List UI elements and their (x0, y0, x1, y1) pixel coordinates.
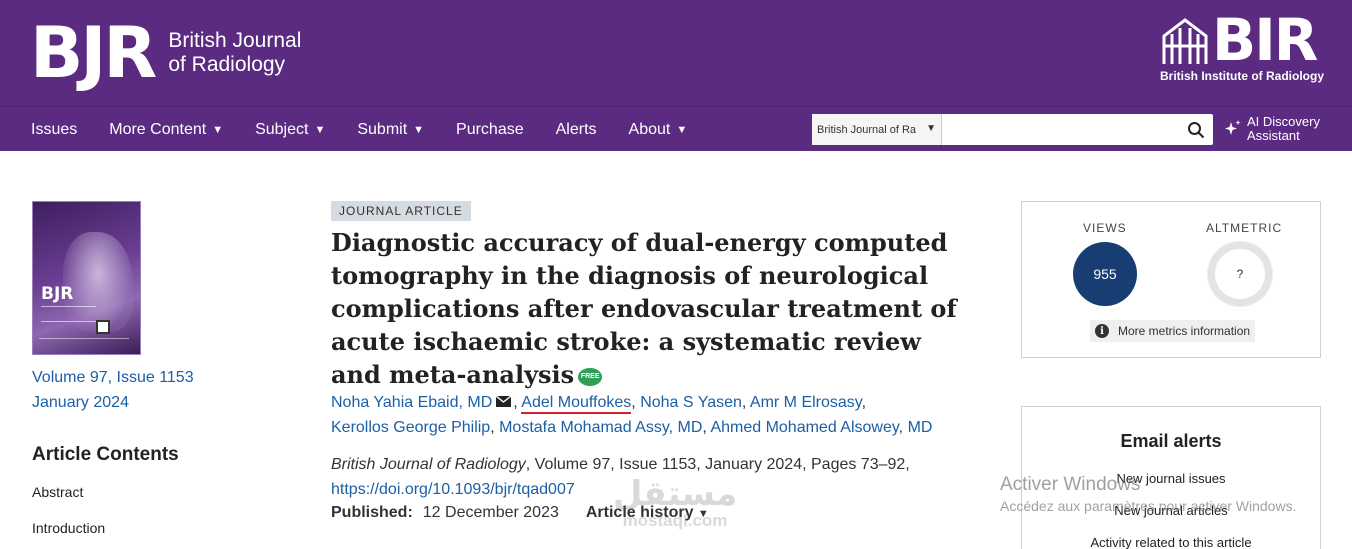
issue-date: January 2024 (32, 394, 129, 411)
nav-item-label: Purchase (456, 120, 524, 138)
citation-journal: British Journal of Radiology (331, 456, 526, 473)
site-header: BJR British Journal of Radiology BIR Bri… (0, 0, 1352, 106)
search-button[interactable] (1179, 114, 1213, 145)
nav-item-label: About (628, 120, 671, 138)
windows-activation-watermark: Activer Windows Accédez aux paramètres p… (1000, 474, 1296, 514)
bir-emblem-icon (1162, 18, 1208, 64)
caret-down-icon: ▼ (676, 123, 688, 136)
bir-logo[interactable]: BIR British Institute of Radiology (1160, 10, 1324, 84)
nav-item-label: Submit (357, 120, 408, 138)
nav-item-more-content[interactable]: More Content ▼ (109, 121, 223, 139)
author-link[interactable]: Noha Yahia Ebaid, MD (331, 394, 492, 411)
ai-discovery-label: AI Discovery Assistant (1247, 114, 1320, 143)
bir-logo-name: British Institute of Radiology (1160, 69, 1324, 83)
bjr-logo[interactable]: BJR British Journal of Radiology (30, 18, 301, 88)
toc-item-abstract[interactable]: Abstract (32, 484, 83, 500)
nav-item-label: Issues (31, 120, 78, 138)
cover-footer (39, 338, 129, 346)
metrics-panel: VIEWS ALTMETRIC 955 ? i More metrics inf… (1021, 201, 1321, 358)
bjr-logo-name-line1: British Journal (168, 29, 302, 52)
bjr-logo-mark: BJR (30, 12, 157, 94)
envelope-icon[interactable] (496, 395, 512, 407)
article-contents-title: Article Contents (32, 444, 179, 465)
search-icon (1188, 121, 1205, 138)
caret-down-icon: ▼ (212, 123, 224, 136)
nav-item-label: Alerts (555, 120, 597, 138)
more-metrics-label: More metrics information (1118, 324, 1251, 338)
article-type-badge: JOURNAL ARTICLE (331, 201, 471, 221)
issue-volume: Volume 97, Issue 1153 (32, 369, 194, 386)
info-icon: i (1095, 324, 1109, 338)
nav-item-label: Subject (255, 120, 309, 138)
bjr-logo-name: British Journal of Radiology (168, 29, 301, 77)
email-alerts-title: Email alerts (1120, 431, 1222, 451)
author-link[interactable]: Noha S Yasen (640, 394, 742, 411)
qr-code-icon (96, 320, 110, 334)
nav-item-alerts[interactable]: Alerts (556, 121, 597, 139)
published-label: Published: (331, 504, 413, 521)
views-count: 955 (1073, 242, 1137, 306)
published-date: 12 December 2023 (422, 504, 559, 521)
altmetric-donut[interactable]: ? (1208, 242, 1272, 306)
bjr-logo-name-line2: of Radiology (168, 53, 286, 76)
chevron-down-icon: ▼ (926, 123, 936, 134)
bir-logo-mark: BIR (1212, 6, 1318, 74)
search-scope-select[interactable]: British Journal of Ra ▼ (812, 114, 942, 145)
author-link[interactable]: Adel Mouffokes (521, 394, 632, 414)
ai-discovery-button[interactable]: AI Discovery Assistant (1225, 115, 1337, 143)
toc-item-introduction[interactable]: Introduction (32, 520, 105, 536)
sparkle-icon (1225, 120, 1241, 135)
views-label: VIEWS (1083, 221, 1127, 235)
mostaql-watermark: مستقل mostaql.com (600, 476, 750, 536)
search-scope-value: British Journal of Ra (817, 123, 917, 136)
nav-item-purchase[interactable]: Purchase (456, 121, 524, 139)
journal-cover-image[interactable]: BJR (32, 201, 141, 355)
windows-activation-title: Activer Windows (1000, 474, 1141, 495)
main-nav: Issues More Content ▼ Subject ▼ Submit ▼ Purcha… (0, 106, 1352, 151)
citation-details: , Volume 97, Issue 1153, January 2024, P… (525, 456, 910, 473)
doi-link[interactable]: https://doi.org/10.1093/bjr/tqad007 (331, 481, 575, 498)
author-list: Noha Yahia Ebaid, MD, Adel Mouffokes, No… (331, 394, 933, 436)
altmetric-score: ? (1236, 267, 1244, 281)
search-input[interactable] (942, 114, 1179, 145)
nav-item-subject[interactable]: Subject ▼ (255, 121, 325, 139)
search-box: British Journal of Ra ▼ (812, 114, 1213, 145)
nav-item-issues[interactable]: Issues (31, 121, 77, 139)
cover-text-block (41, 306, 96, 322)
more-metrics-button[interactable]: i More metrics information (1090, 320, 1256, 342)
free-access-badge: FREE (578, 367, 603, 386)
cover-title: BJR (41, 284, 74, 304)
caret-down-icon: ▼ (314, 123, 326, 136)
nav-item-label: More Content (109, 120, 207, 138)
author-link[interactable]: Ahmed Mohamed Alsowey, MD (710, 419, 932, 436)
nav-items: Issues More Content ▼ Subject ▼ Submit ▼ Purcha… (31, 107, 719, 152)
altmetric-label: ALTMETRIC (1206, 221, 1283, 235)
author-link[interactable]: Kerollos George Philip (331, 419, 490, 436)
issue-link[interactable]: Volume 97, Issue 1153 January 2024 (32, 365, 194, 415)
mostaql-watermark-arabic: مستقل (612, 475, 738, 513)
article-title: Diagnostic accuracy of dual-energy compu… (331, 226, 971, 391)
nav-item-submit[interactable]: Submit ▼ (357, 121, 424, 139)
article-title-text: Diagnostic accuracy of dual-energy compu… (331, 228, 957, 389)
windows-activation-subtitle: Accédez aux paramètres pour activer Wind… (1000, 498, 1297, 514)
author-link[interactable]: Mostafa Mohamad Assy, MD (499, 419, 702, 436)
author-link[interactable]: Amr M Elrosasy (750, 394, 862, 411)
mostaql-watermark-latin: mostaql.com (622, 511, 728, 530)
nav-item-about[interactable]: About ▼ (629, 121, 688, 139)
caret-down-icon: ▼ (413, 123, 425, 136)
alert-link-article-activity[interactable]: Activity related to this article (1022, 535, 1320, 549)
